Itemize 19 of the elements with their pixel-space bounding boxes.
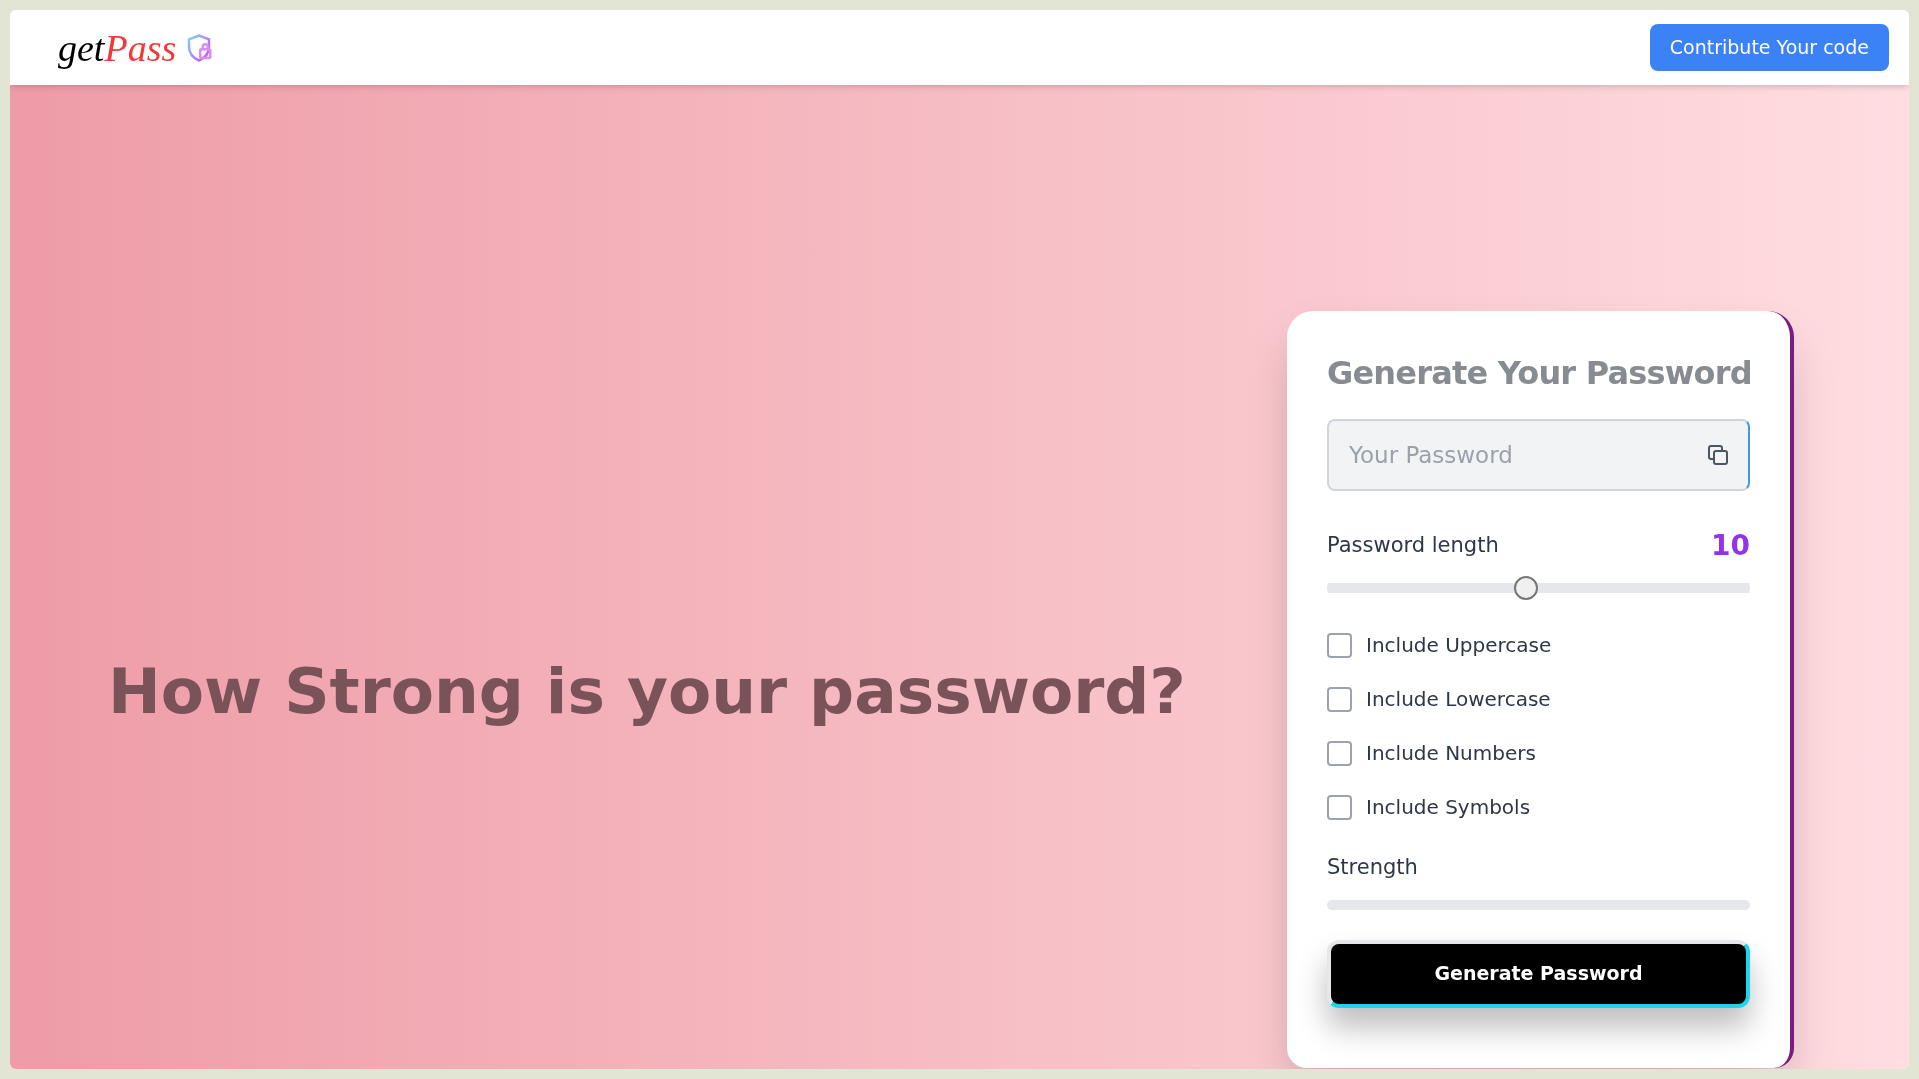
checkbox[interactable]	[1327, 686, 1352, 712]
option-label: Include Lowercase	[1366, 686, 1551, 713]
checkbox[interactable]	[1327, 632, 1352, 658]
headline: How Strong is your password?	[108, 653, 1186, 730]
generate-button[interactable]: Generate Password	[1327, 939, 1750, 1008]
contribute-button[interactable]: Contribute Your code	[1649, 24, 1889, 71]
checkbox[interactable]	[1327, 794, 1352, 820]
checkbox[interactable]	[1327, 740, 1352, 766]
length-label: Password length	[1327, 532, 1499, 560]
strength-label: Strength	[1327, 854, 1418, 881]
slider-thumb[interactable]	[1513, 576, 1538, 600]
logo-text[interactable]: getPass	[58, 28, 177, 67]
card-title: Generate Your Password	[1327, 353, 1750, 394]
option-label: Include Uppercase	[1366, 632, 1552, 659]
length-value: 10	[1711, 528, 1750, 564]
copy-icon[interactable]	[1706, 443, 1730, 467]
password-field[interactable]: Your Password	[1327, 419, 1750, 491]
option-label: Include Symbols	[1366, 794, 1531, 821]
option-label: Include Numbers	[1366, 740, 1536, 767]
